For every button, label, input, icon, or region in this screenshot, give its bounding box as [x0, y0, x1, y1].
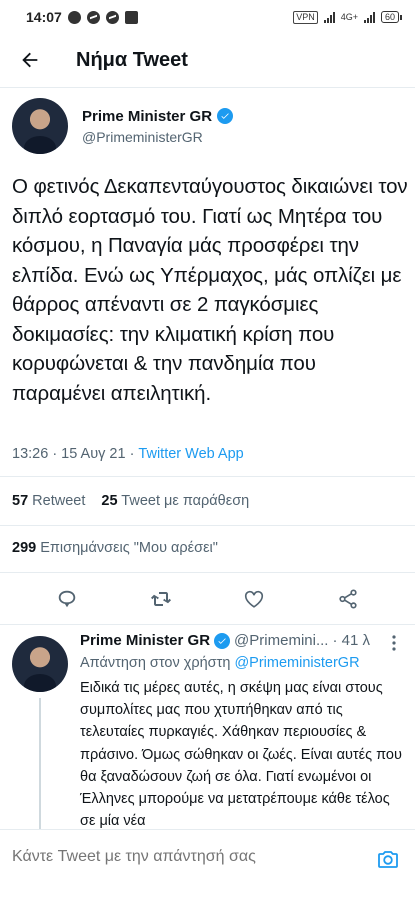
retweet-icon	[150, 592, 171, 606]
signal-icon	[323, 11, 335, 23]
back-button[interactable]	[0, 34, 60, 86]
reply-author-name: Prime Minister GR	[80, 632, 211, 649]
status-left: 14:07	[26, 9, 138, 25]
more-vertical-icon[interactable]	[385, 634, 403, 652]
messenger-icon	[86, 10, 100, 24]
likes-divider	[0, 572, 415, 573]
author-handle: @PrimeministerGR	[82, 128, 203, 145]
reply-button[interactable]	[52, 584, 82, 614]
like-stats: 299 Επισημάνσεις "Μου αρέσει"	[12, 540, 218, 556]
likes-count: 299	[12, 540, 37, 556]
camera-icon	[378, 851, 398, 868]
retweet-button[interactable]	[146, 584, 176, 614]
header-divider	[0, 87, 415, 88]
status-bar: 14:07 VPN 4G+ 60	[0, 0, 415, 34]
reply-to-handle[interactable]: @PrimeministerGR	[234, 655, 359, 671]
page-title: Νήμα Tweet	[76, 48, 188, 71]
likes-label: Επισημάνσεις "Μου αρέσει"	[40, 540, 218, 556]
avatar[interactable]	[12, 98, 68, 154]
reply-time: · 41 λ	[332, 632, 370, 649]
author-display-name: Prime Minister GR	[82, 107, 234, 125]
heart-icon	[245, 590, 264, 608]
retweet-stats: 57 Retweet 25 Tweet με παράθεση	[12, 493, 249, 509]
reply-header: Prime Minister GR @Primemini... · 41 λ	[80, 632, 405, 649]
tweet-author[interactable]: Prime Minister GR @PrimeministerGR	[12, 98, 234, 154]
tweet-actions	[0, 584, 415, 614]
signal-icon-2	[363, 11, 375, 23]
status-time: 14:07	[26, 9, 62, 25]
retweets-label: Retweet	[32, 493, 86, 509]
reply-author-handle: @Primemini...	[234, 632, 329, 649]
network-type: 4G+	[340, 12, 358, 22]
stats-divider	[0, 525, 415, 526]
notification-icon	[67, 10, 81, 24]
quotes-label: Tweet με παράθεση	[121, 493, 250, 509]
vpn-indicator: VPN	[293, 10, 318, 24]
comment-icon	[58, 590, 76, 608]
reply-body: Prime Minister GR @Primemini... · 41 λ Α…	[80, 632, 405, 832]
reply-input[interactable]	[12, 848, 362, 866]
tweet-text: Ο φετινός Δεκαπενταύγουστος δικαιώνει το…	[12, 175, 408, 405]
app-notification-icon	[124, 10, 138, 24]
share-button[interactable]	[333, 584, 363, 614]
quotes-count: 25	[101, 493, 118, 509]
reply-to: Απάντηση στον χρήστη @PrimeministerGR	[80, 655, 405, 671]
meta-divider	[0, 476, 415, 477]
reply-text: Ειδικά τις μέρες αυτές, η σκέψη μας είνα…	[80, 680, 402, 830]
messenger-icon-2	[105, 10, 119, 24]
reply-to-prefix: Απάντηση στον χρήστη	[80, 655, 235, 671]
app-header: Νήμα Tweet	[0, 34, 415, 86]
like-button[interactable]	[239, 584, 269, 614]
retweets-stat[interactable]: 57 Retweet	[12, 493, 85, 509]
battery-indicator: 60	[380, 11, 403, 23]
author-names: Prime Minister GR @PrimeministerGR	[82, 107, 234, 145]
actions-divider	[0, 624, 415, 625]
share-icon	[339, 589, 357, 609]
camera-button[interactable]	[375, 846, 401, 872]
tweet-timestamp: 13:26 · 15 Αυγ 21 ·	[12, 446, 139, 462]
quotes-stat[interactable]: 25 Tweet με παράθεση	[101, 493, 249, 509]
reply-avatar[interactable]	[12, 636, 68, 692]
tweet-meta: 13:26 · 15 Αυγ 21 · Twitter Web App	[12, 446, 244, 462]
likes-stat[interactable]: 299 Επισημάνσεις "Μου αρέσει"	[12, 540, 218, 556]
verified-badge-icon	[214, 632, 231, 649]
arrow-left-icon	[22, 52, 38, 68]
reply-composer	[0, 829, 415, 900]
verified-badge-icon	[217, 108, 234, 124]
retweets-count: 57	[12, 493, 29, 509]
author-name-text: Prime Minister GR	[82, 107, 213, 125]
tweet-source-link[interactable]: Twitter Web App	[138, 446, 243, 462]
status-right: VPN 4G+ 60	[293, 10, 403, 24]
